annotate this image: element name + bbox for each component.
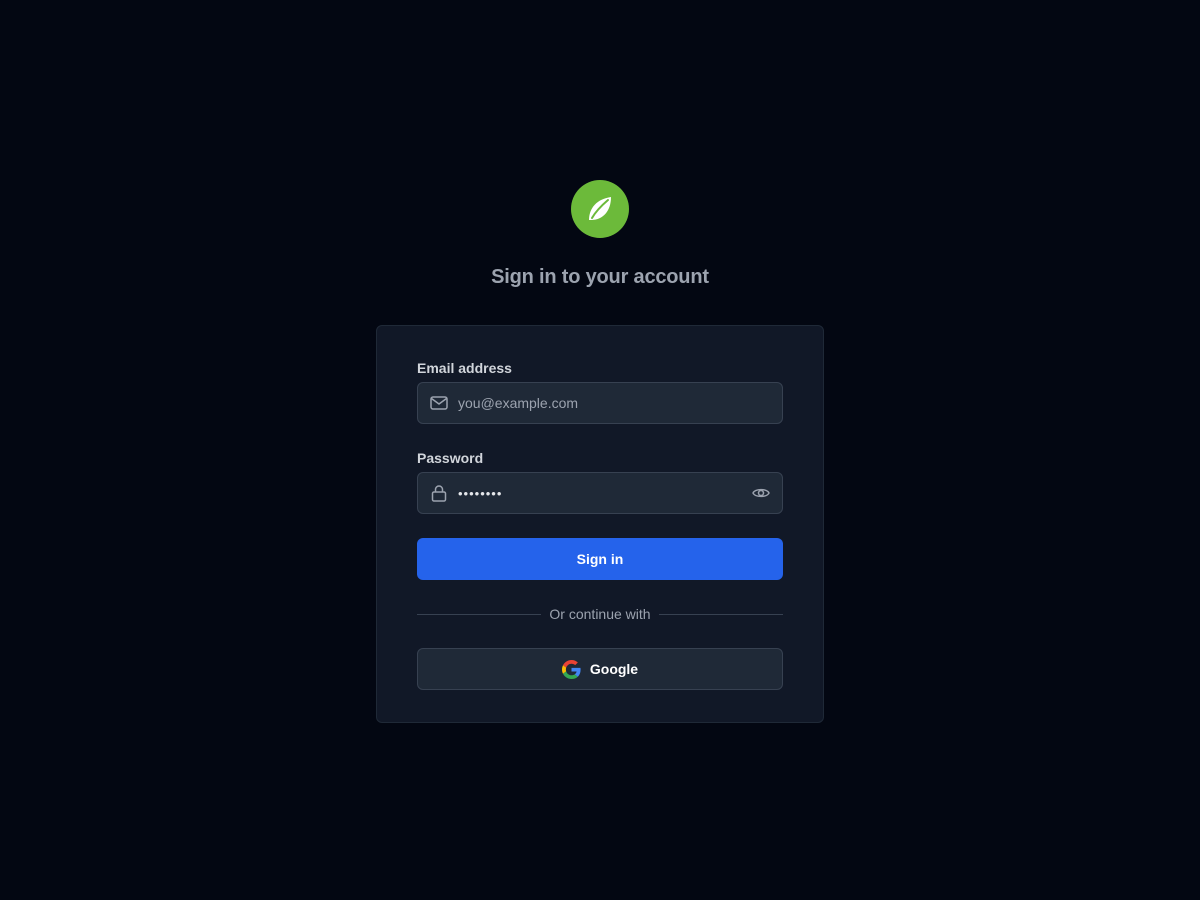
login-card: Email address Password: [376, 325, 824, 723]
login-page: Sign in to your account Email address Pa…: [0, 0, 1200, 900]
password-field-wrapper: [417, 472, 783, 514]
leaf-icon: [571, 180, 629, 238]
lock-icon: [429, 483, 449, 503]
divider-line-left: [417, 613, 542, 615]
divider-line-right: [658, 613, 784, 615]
divider: Or continue with: [417, 604, 784, 624]
mail-icon: [429, 393, 449, 413]
eye-icon[interactable]: [751, 483, 771, 503]
google-icon: [561, 659, 581, 679]
password-label: Password: [417, 450, 484, 466]
page-title: Sign in to your account: [491, 266, 709, 288]
email-input[interactable]: [458, 383, 738, 423]
google-button-label: Google: [589, 661, 639, 677]
email-label: Email address: [417, 360, 512, 376]
sign-in-button[interactable]: Sign in: [417, 538, 783, 580]
email-field-wrapper: [417, 382, 783, 424]
google-sign-in-button[interactable]: Google: [417, 648, 783, 690]
divider-text: Or continue with: [549, 606, 651, 622]
password-input[interactable]: [458, 473, 738, 513]
